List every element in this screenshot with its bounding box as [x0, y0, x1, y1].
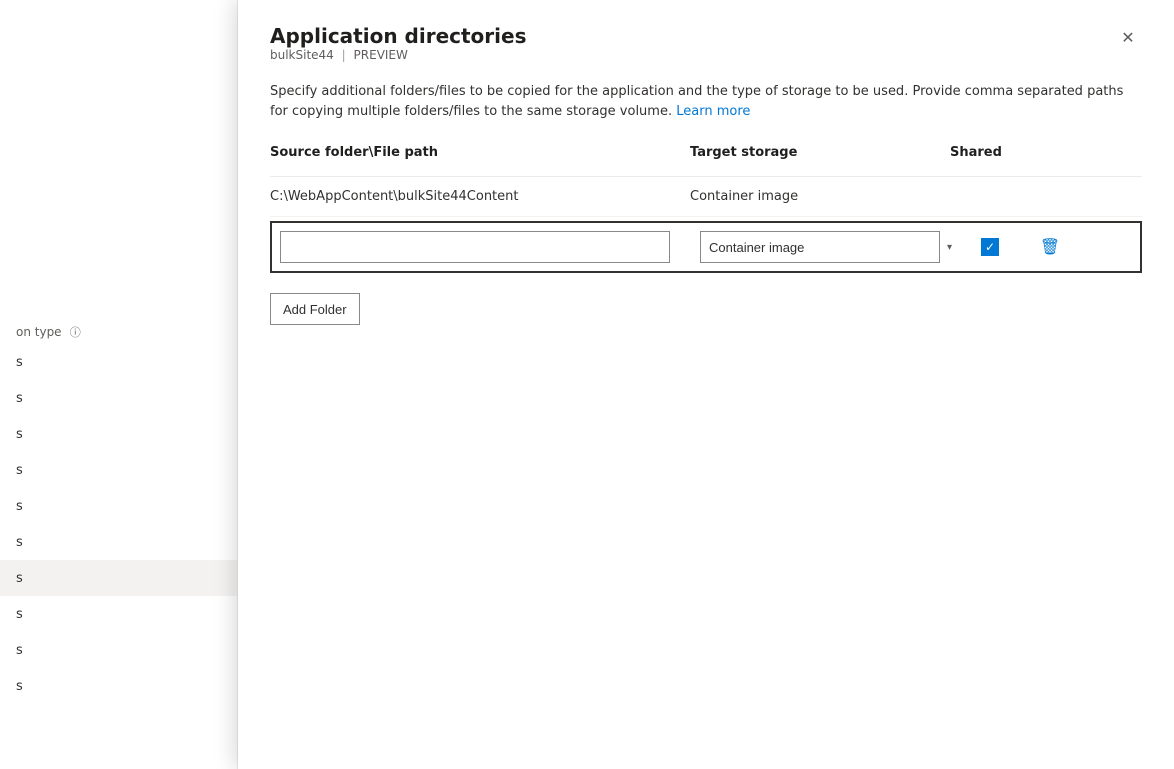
dialog-header: Application directories bulkSite44 | PRE…: [270, 24, 1142, 78]
sidebar-item-5[interactable]: s: [0, 524, 237, 560]
close-button[interactable]: ✕: [1114, 24, 1142, 52]
sidebar-item-label-3: s: [16, 463, 23, 478]
sidebar-item-1[interactable]: s: [0, 380, 237, 416]
subtitle-tag: PREVIEW: [354, 48, 408, 62]
target-storage-cell: Container image Azure Files Azure Blob ▾: [700, 231, 960, 263]
sidebar-item-4[interactable]: s: [0, 488, 237, 524]
edit-source-cell: [280, 231, 700, 263]
sidebar-item-3[interactable]: s: [0, 452, 237, 488]
sidebar-item-label-7: s: [16, 607, 23, 622]
info-icon: ⓘ: [70, 326, 81, 339]
sidebar-item-9[interactable]: s: [0, 668, 237, 704]
sidebar-item-label-6: s: [16, 571, 23, 586]
sidebar-item-label-1: s: [16, 391, 23, 406]
target-storage-select[interactable]: Container image Azure Files Azure Blob: [700, 231, 940, 263]
dialog-title-group: Application directories bulkSite44 | PRE…: [270, 24, 526, 78]
sidebar-items: on type ⓘ s s s s s s s s s s: [0, 0, 237, 704]
sidebar-section-type: on type ⓘ: [0, 320, 237, 344]
header-shared: Shared: [950, 145, 1070, 168]
table-container: Source folder\File path Target storage S…: [270, 145, 1142, 325]
table-row-static: C:\WebAppContent\bulkSite44Content Conta…: [270, 177, 1142, 217]
subtitle-site: bulkSite44: [270, 48, 334, 62]
sidebar-item-label-8: s: [16, 643, 23, 658]
delete-row-button[interactable]: 🗑: [1036, 233, 1064, 261]
add-folder-button[interactable]: Add Folder: [270, 293, 360, 325]
delete-cell: 🗑: [1020, 233, 1080, 261]
sidebar-item-label-4: s: [16, 499, 23, 514]
sidebar-item-label-0: s: [16, 355, 23, 370]
shared-checkbox-cell: [960, 238, 1020, 256]
trash-icon: 🗑: [1040, 237, 1060, 257]
source-path-input[interactable]: [280, 231, 670, 263]
sidebar-item-0[interactable]: s: [0, 344, 237, 380]
close-icon: ✕: [1121, 28, 1134, 48]
sidebar: on type ⓘ s s s s s s s s s s: [0, 0, 238, 769]
dialog-title: Application directories: [270, 24, 526, 48]
sidebar-item-6[interactable]: s: [0, 560, 237, 596]
sidebar-item-label-2: s: [16, 427, 23, 442]
header-source: Source folder\File path: [270, 145, 690, 168]
subtitle-separator: |: [342, 48, 346, 62]
header-target: Target storage: [690, 145, 950, 168]
static-source: C:\WebAppContent\bulkSite44Content: [270, 189, 690, 204]
dialog-description: Specify additional folders/files to be c…: [270, 82, 1142, 121]
sidebar-item-2[interactable]: s: [0, 416, 237, 452]
sidebar-item-8[interactable]: s: [0, 632, 237, 668]
sidebar-item-label-9: s: [16, 679, 23, 694]
table-header: Source folder\File path Target storage S…: [270, 145, 1142, 177]
sidebar-item-7[interactable]: s: [0, 596, 237, 632]
dialog-subtitle: bulkSite44 | PREVIEW: [270, 48, 526, 62]
table-row-edit: Container image Azure Files Azure Blob ▾…: [270, 221, 1142, 273]
dialog-panel: Application directories bulkSite44 | PRE…: [238, 0, 1174, 769]
learn-more-link[interactable]: Learn more: [676, 104, 750, 119]
sidebar-item-label-5: s: [16, 535, 23, 550]
chevron-down-icon: ▾: [947, 242, 952, 253]
static-target: Container image: [690, 189, 950, 204]
sidebar-type-label: on type: [16, 325, 62, 339]
shared-checkbox[interactable]: [981, 238, 999, 256]
